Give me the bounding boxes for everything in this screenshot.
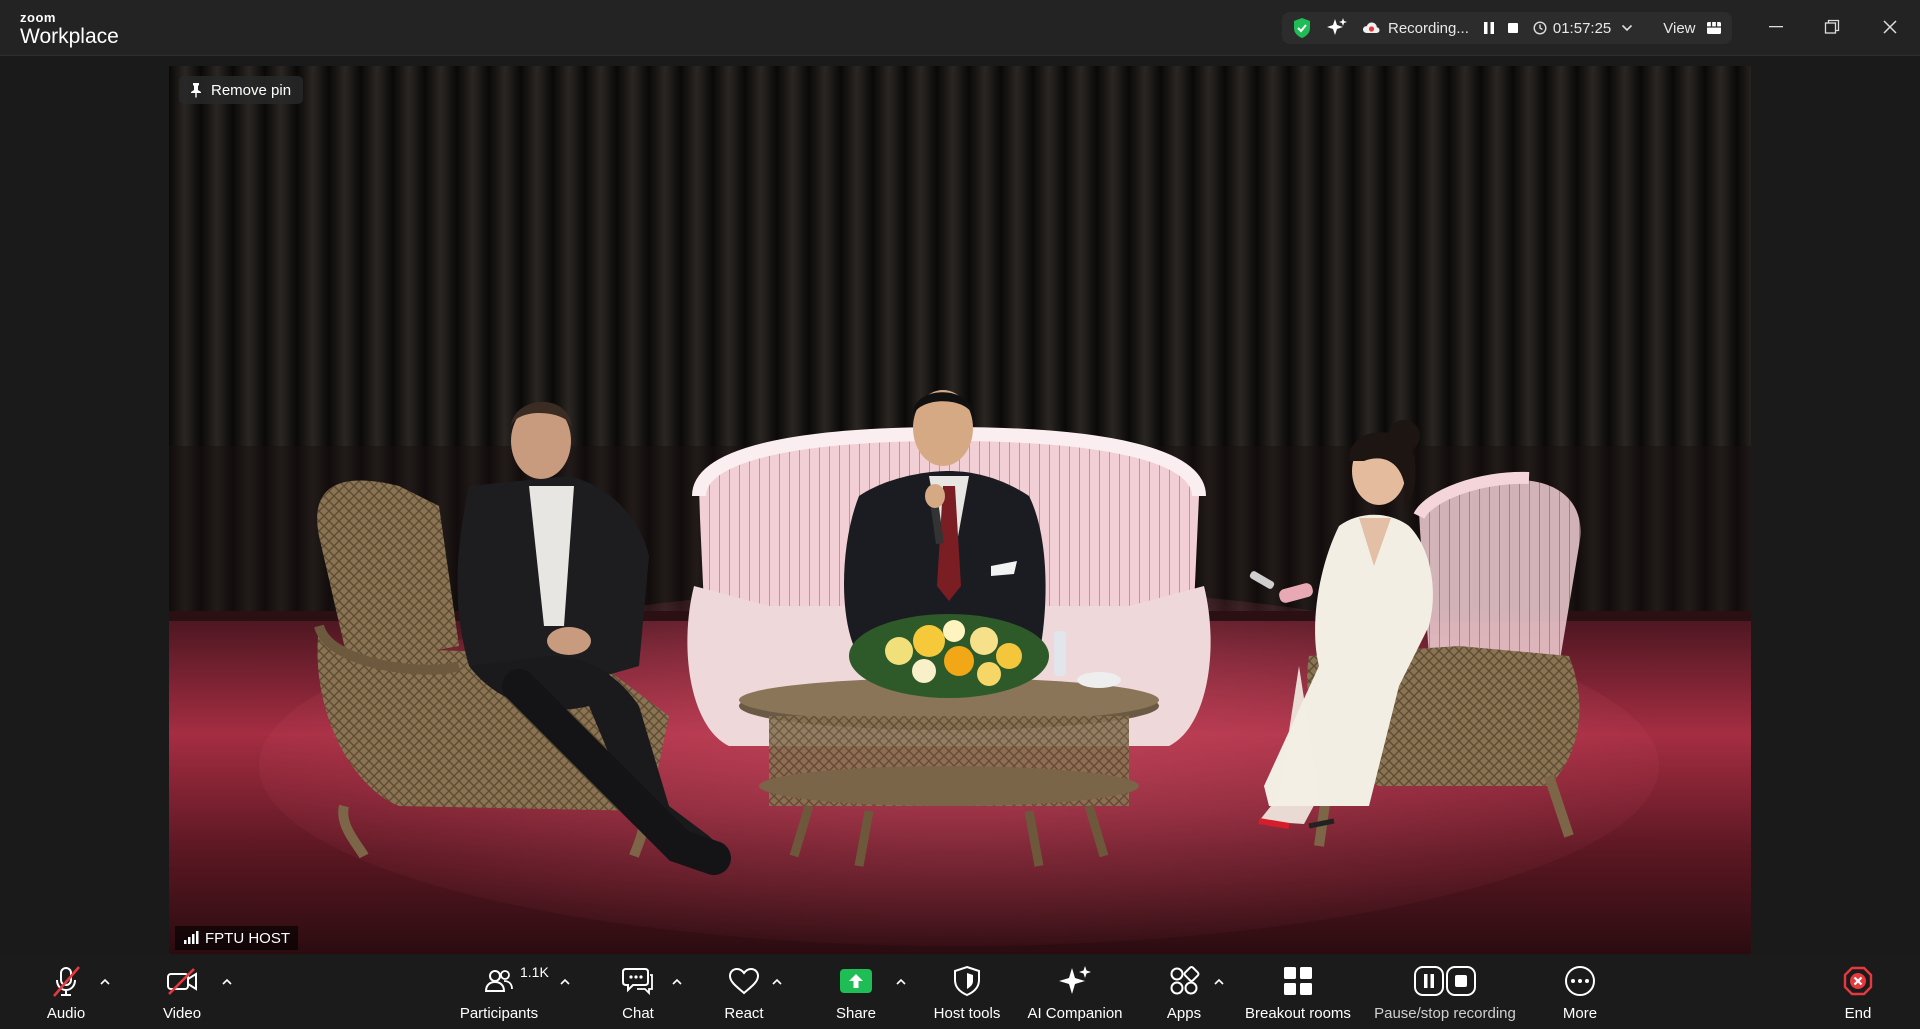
pause-stop-recording-icon	[1414, 966, 1476, 996]
host-tools-button[interactable]: Host tools	[930, 963, 1004, 1022]
apps-icon	[1170, 966, 1200, 995]
more-label: More	[1562, 1005, 1598, 1022]
ai-companion-button[interactable]: AI Companion	[1026, 963, 1124, 1022]
apps-options-caret-icon[interactable]	[1212, 975, 1226, 989]
video-stage[interactable]: Remove pin FPTU HOST	[169, 66, 1751, 954]
end-meeting-button[interactable]: End	[1840, 963, 1876, 1022]
breakout-rooms-button[interactable]: Breakout rooms	[1240, 963, 1356, 1022]
apps-label: Apps	[1166, 1005, 1202, 1022]
ai-sparkle-icon[interactable]	[1326, 17, 1348, 39]
video-button[interactable]: Video	[160, 963, 204, 1022]
remove-pin-label: Remove pin	[211, 81, 292, 99]
video-options-caret-icon[interactable]	[220, 975, 234, 989]
share-options-caret-icon[interactable]	[894, 975, 908, 989]
shield-check-icon[interactable]	[1292, 17, 1312, 39]
recording-bar: Recording... 01:57:25 View	[1282, 12, 1732, 44]
end-label: End	[1844, 1005, 1872, 1022]
chat-icon	[622, 968, 653, 996]
pin-icon	[191, 83, 201, 98]
video-feed	[169, 66, 1751, 954]
participants-count: 1.1K	[520, 964, 549, 980]
clock-icon	[1533, 21, 1547, 35]
participants-button[interactable]: 1.1K Participants	[458, 963, 549, 1022]
react-button[interactable]: React	[720, 963, 768, 1022]
share-label: Share	[835, 1005, 877, 1022]
audio-button[interactable]: Audio	[44, 963, 88, 1022]
restore-icon	[1824, 19, 1840, 34]
heart-icon	[728, 967, 760, 995]
video-label: Video	[162, 1005, 202, 1022]
react-options-caret-icon[interactable]	[770, 975, 784, 989]
video-camera-off-icon	[167, 968, 197, 995]
pause-stop-recording-label: Pause/stop recording	[1374, 1005, 1516, 1022]
more-button[interactable]: More	[1560, 963, 1600, 1022]
title-bar: zoom Workplace Recording... 01:57:25 Vie…	[0, 0, 1920, 56]
recording-status: Recording...	[1388, 19, 1469, 37]
view-button-label[interactable]: View	[1663, 20, 1695, 37]
apps-button[interactable]: Apps	[1162, 963, 1206, 1022]
view-grid-icon[interactable]	[1706, 21, 1722, 35]
breakout-rooms-label: Breakout rooms	[1245, 1005, 1351, 1022]
participant-name: FPTU HOST	[205, 929, 290, 947]
signal-bars-icon	[184, 931, 199, 944]
host-tools-label: Host tools	[933, 1005, 1001, 1022]
zoom-logo: zoom Workplace	[20, 11, 119, 47]
microphone-muted-icon	[53, 966, 80, 997]
share-screen-icon	[840, 969, 872, 993]
end-call-icon	[1843, 966, 1873, 996]
shield-icon	[954, 965, 980, 997]
close-button[interactable]	[1874, 13, 1906, 41]
brand-name: Workplace	[20, 25, 119, 48]
breakout-rooms-icon	[1284, 967, 1312, 995]
recording-elapsed: 01:57:25	[1552, 19, 1612, 37]
participants-options-caret-icon[interactable]	[558, 975, 572, 989]
ai-companion-sparkle-icon	[1059, 966, 1091, 994]
remove-pin-button[interactable]: Remove pin	[179, 76, 304, 104]
share-button[interactable]: Share	[834, 963, 878, 1022]
audio-options-caret-icon[interactable]	[98, 975, 112, 989]
close-icon	[1883, 20, 1897, 34]
minimize-button[interactable]	[1760, 13, 1792, 41]
react-label: React	[724, 1005, 764, 1022]
participants-icon	[484, 970, 513, 992]
minimize-icon	[1769, 26, 1783, 28]
pause-icon[interactable]	[1483, 21, 1495, 35]
chevron-down-icon[interactable]	[1621, 24, 1633, 32]
participant-name-tag: FPTU HOST	[175, 926, 298, 950]
stop-icon[interactable]	[1507, 22, 1519, 34]
chat-options-caret-icon[interactable]	[670, 975, 684, 989]
audio-label: Audio	[46, 1005, 86, 1022]
cloud-record-icon	[1362, 21, 1380, 35]
participants-label: Participants	[459, 1005, 539, 1022]
ai-companion-label: AI Companion	[1027, 1005, 1123, 1022]
brand-small: zoom	[20, 10, 56, 25]
chat-label: Chat	[622, 1005, 654, 1022]
restore-button[interactable]	[1816, 13, 1848, 41]
chat-button[interactable]: Chat	[616, 963, 660, 1022]
more-dots-icon	[1565, 966, 1595, 996]
pause-stop-recording-button[interactable]: Pause/stop recording	[1370, 963, 1520, 1022]
meeting-toolbar: Audio Video 1.1K Participants Chat React…	[0, 955, 1920, 1029]
